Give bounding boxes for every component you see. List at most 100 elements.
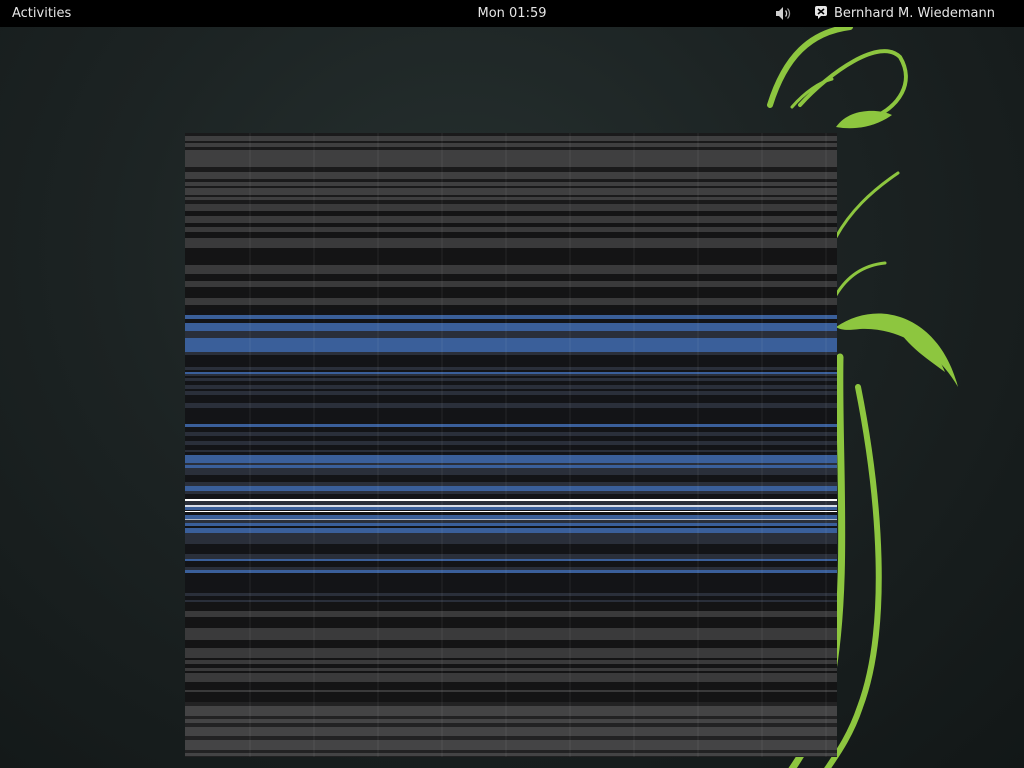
glitch-stripe bbox=[185, 526, 837, 528]
glitched-window-content bbox=[185, 133, 837, 757]
glitch-stripe bbox=[185, 355, 837, 357]
clock-menu[interactable]: Mon 01:59 bbox=[462, 0, 562, 27]
glitch-stripe bbox=[185, 188, 837, 191]
glitch-stripe bbox=[185, 265, 837, 269]
glitch-stripe bbox=[185, 638, 837, 640]
glitch-stripe bbox=[185, 740, 837, 742]
glitch-stripe bbox=[185, 385, 837, 389]
glitch-stripe bbox=[185, 204, 837, 207]
glitch-stripe bbox=[185, 702, 837, 706]
glitch-stripe bbox=[185, 602, 837, 607]
glitch-column-seam bbox=[505, 133, 507, 757]
glitch-stripe bbox=[185, 578, 837, 583]
glitch-column-seam bbox=[633, 133, 635, 757]
glitch-stripe bbox=[185, 244, 837, 248]
glitch-stripe bbox=[185, 319, 837, 323]
chat-status-icon bbox=[815, 6, 827, 19]
glitched-application-window[interactable] bbox=[185, 133, 837, 757]
glitch-stripe bbox=[185, 150, 837, 154]
glitch-stripe bbox=[185, 563, 837, 567]
glitch-stripe bbox=[185, 403, 837, 408]
glitch-stripe bbox=[185, 559, 837, 561]
glitch-stripe bbox=[185, 232, 837, 235]
glitch-stripe bbox=[185, 238, 837, 241]
glitch-stripe bbox=[185, 668, 837, 671]
glitch-column-seam bbox=[441, 133, 443, 757]
glitch-stripe bbox=[185, 537, 837, 540]
glitch-stripe bbox=[185, 593, 837, 596]
glitch-stripe bbox=[185, 352, 837, 355]
glitch-stripe bbox=[185, 742, 837, 744]
glitch-stripe bbox=[185, 195, 837, 197]
glitch-stripe bbox=[185, 147, 837, 150]
glitch-stripe bbox=[185, 551, 837, 554]
glitch-stripe bbox=[185, 682, 837, 685]
glitch-stripe bbox=[185, 328, 837, 331]
glitch-highlight-line bbox=[185, 519, 837, 520]
glitch-stripe bbox=[185, 479, 837, 482]
glitch-stripe bbox=[185, 269, 837, 272]
glitch-stripe bbox=[185, 716, 837, 719]
glitch-stripe bbox=[185, 450, 837, 452]
glitch-stripe bbox=[185, 374, 837, 376]
glitch-stripe bbox=[185, 296, 837, 298]
glitch-stripe bbox=[185, 287, 837, 289]
glitch-stripe bbox=[185, 349, 837, 352]
glitch-stripe bbox=[185, 445, 837, 450]
glitch-stripe bbox=[185, 251, 837, 256]
glitch-stripe bbox=[185, 227, 837, 232]
glitch-stripe bbox=[185, 615, 837, 617]
glitch-stripe bbox=[185, 583, 837, 586]
glitch-stripe bbox=[185, 165, 837, 167]
glitch-stripe bbox=[185, 664, 837, 668]
glitch-stripe bbox=[185, 512, 837, 515]
glitch-stripe bbox=[185, 486, 837, 491]
glitch-stripe bbox=[185, 363, 837, 367]
glitch-stripe bbox=[185, 174, 837, 179]
glitch-stripe bbox=[185, 520, 837, 523]
glitch-stripe bbox=[185, 323, 837, 328]
glitch-stripe bbox=[185, 395, 837, 400]
glitch-stripe bbox=[185, 441, 837, 445]
glitch-stripe bbox=[185, 533, 837, 537]
glitch-stripe bbox=[185, 223, 837, 227]
glitch-stripe bbox=[185, 658, 837, 660]
activities-button[interactable]: Activities bbox=[4, 0, 79, 27]
glitch-stripe bbox=[185, 733, 837, 736]
glitch-stripe bbox=[185, 315, 837, 317]
user-menu[interactable]: Bernhard M. Wiedemann bbox=[814, 0, 1005, 27]
glitch-stripe bbox=[185, 272, 837, 274]
glitch-stripe bbox=[185, 172, 837, 174]
speaker-volume-icon[interactable] bbox=[774, 5, 792, 22]
glitch-stripe bbox=[185, 167, 837, 172]
glitch-stripe bbox=[185, 540, 837, 544]
glitch-stripe bbox=[185, 343, 837, 345]
glitch-stripe bbox=[185, 706, 837, 708]
desktop-background bbox=[0, 27, 1024, 768]
glitch-stripe bbox=[185, 281, 837, 283]
glitch-stripe bbox=[185, 729, 837, 731]
glitch-stripe bbox=[185, 494, 837, 499]
glitch-stripe bbox=[185, 303, 837, 305]
glitch-stripe bbox=[185, 523, 837, 526]
glitch-stripe bbox=[185, 372, 837, 374]
glitch-stripe bbox=[185, 680, 837, 682]
glitch-stripe bbox=[185, 182, 837, 186]
glitch-stripe bbox=[185, 588, 837, 593]
glitch-column-seam bbox=[313, 133, 315, 757]
glitch-stripe bbox=[185, 648, 837, 652]
glitch-stripe bbox=[185, 708, 837, 712]
glitch-stripe bbox=[185, 278, 837, 281]
glitch-stripe bbox=[185, 561, 837, 563]
glitch-stripe bbox=[185, 289, 837, 292]
glitch-stripe bbox=[185, 336, 837, 338]
glitch-stripe bbox=[185, 600, 837, 602]
glitch-stripe bbox=[185, 652, 837, 655]
glitch-stripe bbox=[185, 370, 837, 372]
glitch-stripe bbox=[185, 697, 837, 702]
glitch-stripe bbox=[185, 207, 837, 211]
glitch-column-seam bbox=[569, 133, 571, 757]
top-panel: Activities Mon 01:59 Bernhard M. Wiedema… bbox=[0, 0, 1024, 27]
glitch-stripe bbox=[185, 748, 837, 750]
glitch-stripe bbox=[185, 143, 837, 147]
